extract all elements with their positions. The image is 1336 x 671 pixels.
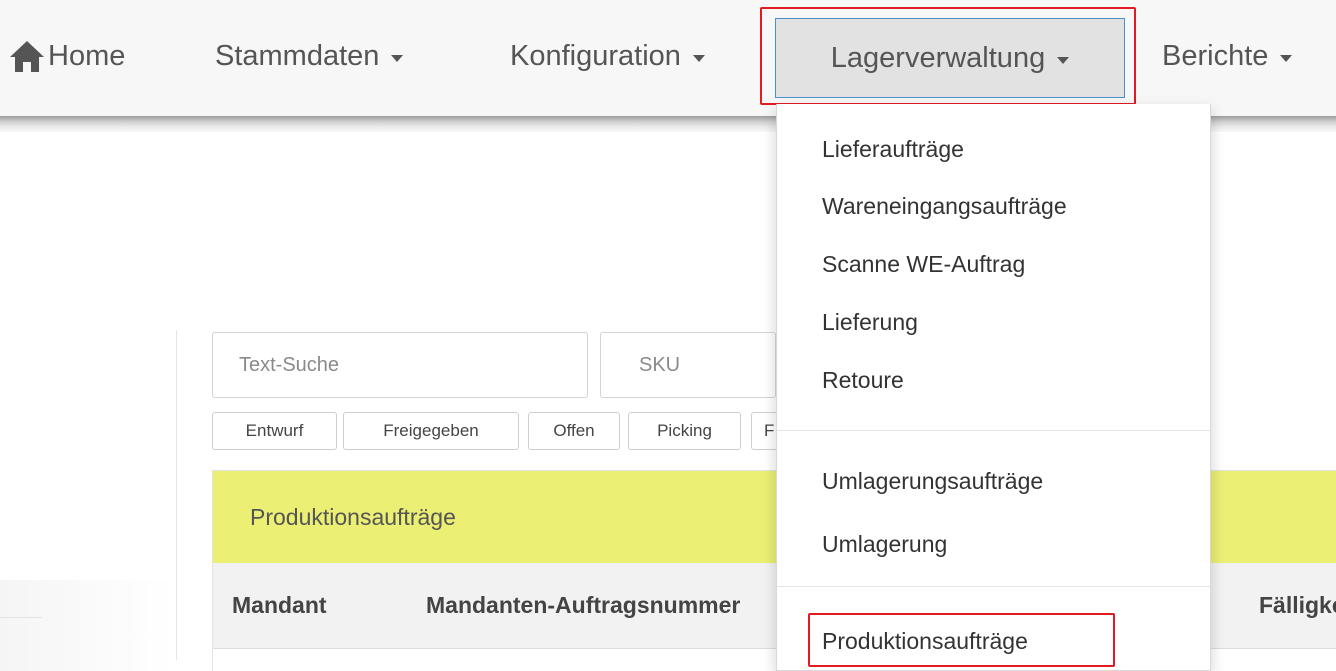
menu-item-retoure[interactable]: Retoure	[822, 365, 904, 395]
nav-berichte-label: Berichte	[1162, 39, 1269, 72]
text-search-input[interactable]	[212, 332, 588, 398]
menu-item-umlagerungsauftraege[interactable]: Umlagerungsaufträge	[822, 466, 1043, 496]
nav-konfiguration[interactable]: Konfiguration	[510, 0, 705, 112]
menu-item-scanne-we-auftrag[interactable]: Scanne WE-Auftrag	[822, 249, 1025, 279]
caret-down-icon	[1057, 56, 1070, 64]
menu-item-lieferauftraege[interactable]: Lieferaufträge	[822, 134, 964, 164]
lagerverwaltung-dropdown-menu: Lieferaufträge Wareneingangsaufträge Sca…	[776, 104, 1211, 671]
column-header-mandant[interactable]: Mandant	[232, 592, 327, 619]
filter-entwurf-button[interactable]: Entwurf	[212, 412, 337, 450]
nav-home-label: Home	[48, 39, 126, 72]
column-header-faelligkeit[interactable]: Fälligkeitsdatum	[1259, 592, 1336, 619]
menu-item-umlagerung[interactable]: Umlagerung	[822, 529, 947, 559]
caret-down-icon	[1280, 54, 1293, 62]
filter-freigegeben-button[interactable]: Freigegeben	[343, 412, 519, 450]
selected-item-highlight	[808, 613, 1115, 667]
sku-search-input[interactable]	[600, 332, 776, 398]
left-divider	[0, 617, 42, 618]
menu-item-wareneingangsauftraege[interactable]: Wareneingangsaufträge	[822, 191, 1067, 221]
nav-konfiguration-label: Konfiguration	[510, 39, 681, 72]
home-icon	[10, 41, 44, 72]
menu-divider	[777, 586, 1210, 587]
nav-home[interactable]: Home	[8, 0, 125, 112]
content-left-rule	[176, 330, 177, 660]
panel-title-text: Produktionsaufträge	[250, 503, 456, 530]
menu-divider	[777, 430, 1210, 431]
nav-stammdaten[interactable]: Stammdaten	[215, 0, 404, 112]
nav-lagerverwaltung-label: Lagerverwaltung	[830, 41, 1046, 74]
caret-down-icon	[692, 54, 705, 62]
nav-berichte[interactable]: Berichte	[1162, 0, 1293, 112]
filter-picking-button[interactable]: Picking	[628, 412, 741, 450]
filter-offen-button[interactable]: Offen	[528, 412, 620, 450]
nav-stammdaten-label: Stammdaten	[215, 39, 380, 72]
nav-lagerverwaltung[interactable]: Lagerverwaltung	[775, 18, 1125, 98]
left-sidebar-ghost	[0, 580, 175, 671]
menu-item-lieferung[interactable]: Lieferung	[822, 307, 918, 337]
column-header-auftragsnummer[interactable]: Mandanten-Auftragsnummer	[426, 592, 776, 619]
caret-down-icon	[391, 54, 404, 62]
